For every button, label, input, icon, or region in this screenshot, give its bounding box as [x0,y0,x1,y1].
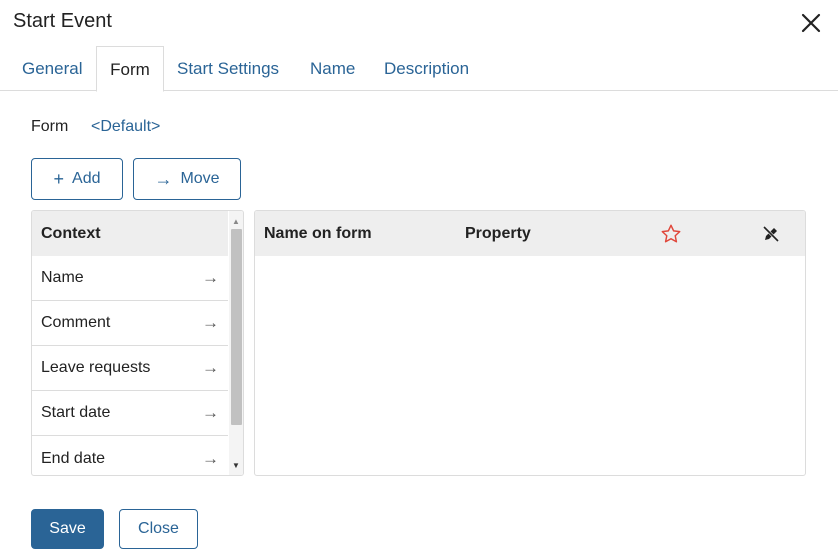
tab-description[interactable]: Description [372,46,481,91]
form-fields-panel: Name on form Property [254,210,806,476]
move-button-label: Move [180,170,220,187]
context-item-label: Name [41,269,84,286]
context-item-label: Start date [41,404,111,421]
context-item-start-date[interactable]: Start date → [32,391,228,436]
tab-name[interactable]: Name [298,46,367,91]
context-item-leave-requests[interactable]: Leave requests → [32,346,228,391]
form-default-link[interactable]: <Default> [91,118,160,136]
scroll-down-icon[interactable]: ▼ [232,461,240,470]
star-icon[interactable] [660,223,682,250]
close-icon[interactable] [798,10,824,36]
move-button[interactable]: → Move [133,158,241,200]
pencil-off-icon[interactable] [761,224,781,249]
tab-general[interactable]: General [10,46,94,91]
context-item-label: Leave requests [41,359,151,376]
arrow-right-icon[interactable]: → [202,449,219,469]
form-fields-header: Name on form Property [255,211,805,256]
plus-icon: + [53,168,65,189]
context-item-name[interactable]: Name → [32,256,228,301]
scroll-thumb[interactable] [231,229,242,425]
context-item-end-date[interactable]: End date → [32,436,228,475]
arrow-right-icon[interactable]: → [202,313,219,333]
column-property: Property [465,225,531,242]
tab-bar: General Form Start Settings Name Descrip… [0,46,838,92]
dialog-title: Start Event [13,10,112,32]
add-button-label: Add [72,170,101,187]
save-button[interactable]: Save [31,509,104,549]
arrow-right-icon[interactable]: → [202,403,219,423]
arrow-right-icon[interactable]: → [202,358,219,378]
close-button[interactable]: Close [119,509,198,549]
scroll-up-icon[interactable]: ▲ [232,217,240,226]
add-button[interactable]: + Add [31,158,123,200]
form-label: Form [31,118,69,135]
context-item-label: End date [41,449,106,467]
context-item-comment[interactable]: Comment → [32,301,228,346]
context-header: Context [32,211,228,256]
arrow-right-icon[interactable]: → [202,268,219,288]
column-name-on-form: Name on form [264,225,372,242]
arrow-right-icon: → [154,168,173,189]
tab-form[interactable]: Form [96,46,164,92]
context-scrollbar[interactable]: ▲ ▼ [229,211,243,475]
context-panel: Context Name → Comment → Leave requests … [31,210,244,476]
context-item-label: Comment [41,314,111,331]
tab-start-settings[interactable]: Start Settings [165,46,291,91]
